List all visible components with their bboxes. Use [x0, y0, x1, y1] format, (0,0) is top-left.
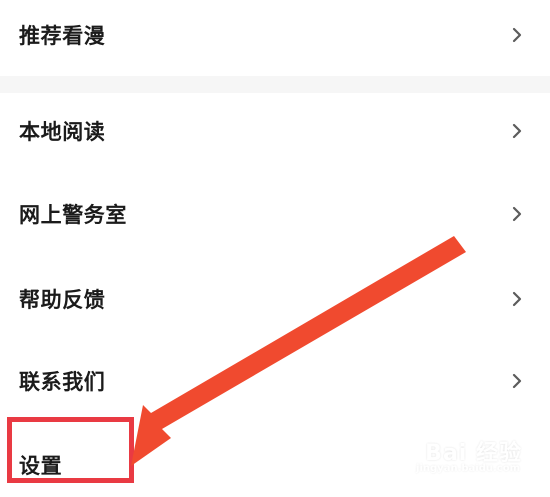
chevron-right-icon: [509, 123, 525, 139]
watermark: Bai 经验 jingyan.baidu.com: [390, 429, 530, 481]
settings-menu: 推荐看漫 本地阅读 网上警务室 帮助反馈 联系我们 设置: [0, 0, 550, 491]
chevron-right-icon: [509, 27, 525, 43]
menu-item-recommended-comics[interactable]: 推荐看漫: [0, 3, 550, 67]
section-divider: [0, 76, 550, 93]
settings-highlight-box: [7, 417, 134, 483]
menu-item-label: 网上警务室: [19, 203, 127, 227]
menu-item-label: 推荐看漫: [19, 24, 106, 48]
menu-item-help-feedback[interactable]: 帮助反馈: [0, 267, 550, 331]
chevron-right-icon: [509, 206, 525, 222]
menu-item-local-reading[interactable]: 本地阅读: [0, 99, 550, 163]
menu-item-contact-us[interactable]: 联系我们: [0, 349, 550, 413]
chevron-right-icon: [509, 373, 525, 389]
menu-item-label: 帮助反馈: [19, 288, 106, 312]
watermark-url: jingyan.baidu.com: [416, 463, 520, 474]
menu-item-online-police-office[interactable]: 网上警务室: [0, 182, 550, 246]
menu-item-label: 本地阅读: [19, 120, 106, 144]
menu-item-label: 联系我们: [19, 370, 106, 394]
chevron-right-icon: [509, 291, 525, 307]
